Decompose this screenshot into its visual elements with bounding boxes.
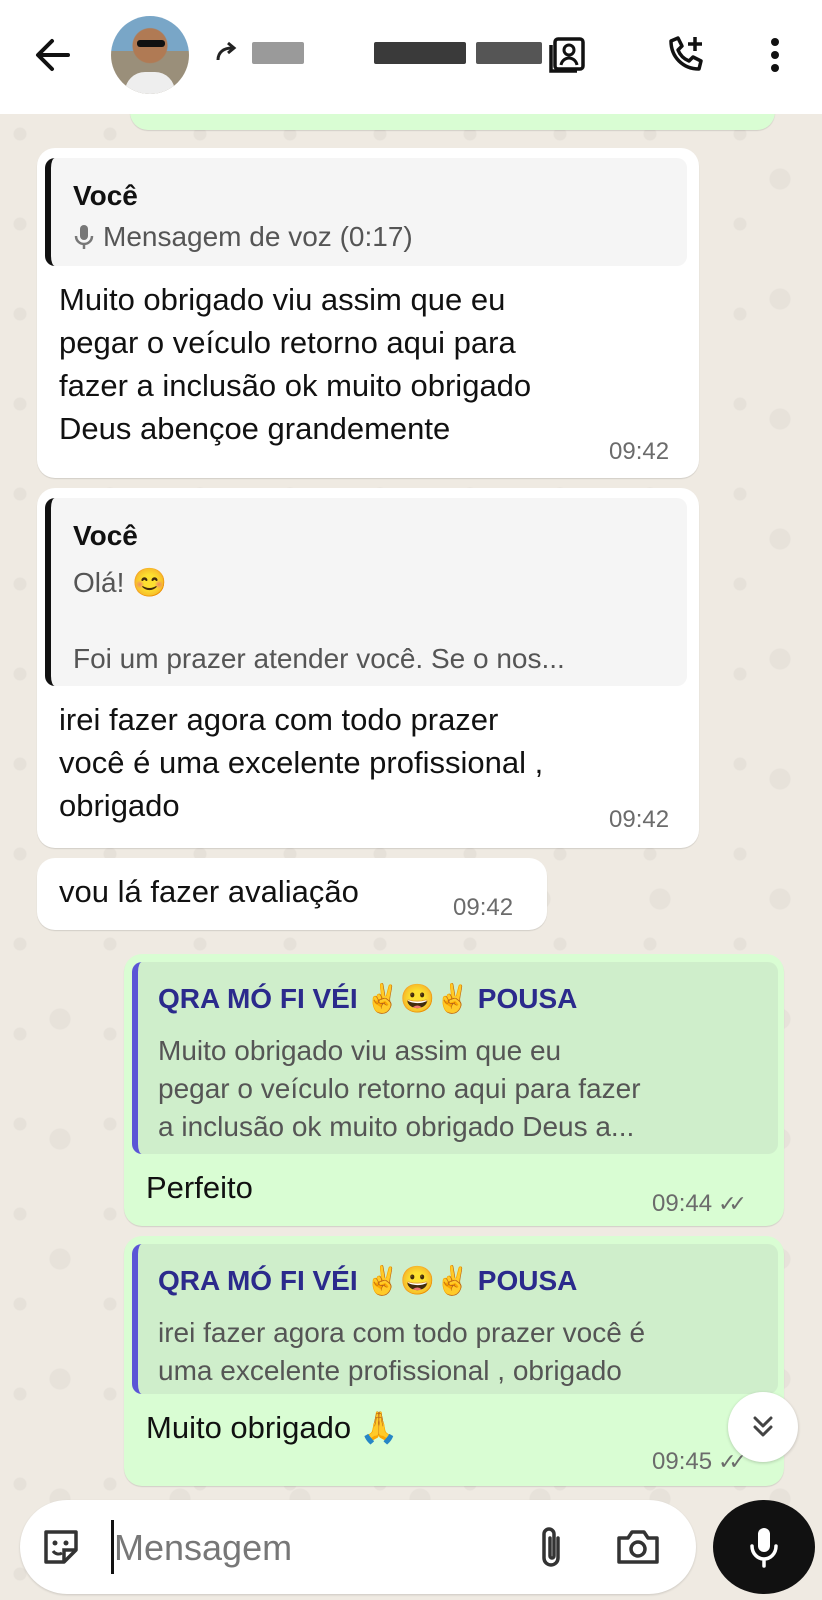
message-bubble-incoming[interactable]: Você Mensagem de voz (0:17) Muito obriga… bbox=[37, 148, 699, 478]
sticker-icon[interactable] bbox=[38, 1524, 84, 1570]
message-text: vou lá fazer avaliação bbox=[59, 874, 359, 909]
message-bubble-outgoing[interactable]: QRA MÓ FI VÉI ✌😀✌ POUSA Muito obrigado v… bbox=[124, 954, 784, 1226]
avatar-glasses bbox=[137, 40, 165, 47]
more-vert-icon[interactable] bbox=[750, 30, 800, 80]
quoted-message[interactable]: QRA MÓ FI VÉI ✌😀✌ POUSA Muito obrigado v… bbox=[132, 962, 778, 1154]
message-line: Deus abençoe grandemente bbox=[59, 411, 451, 446]
quote-voice-line: Mensagem de voz (0:17) bbox=[73, 218, 413, 256]
quote-text: Muito obrigado viu assim que eu pegar o … bbox=[158, 1032, 641, 1146]
scroll-to-bottom-button[interactable] bbox=[728, 1392, 798, 1462]
quote-line: pegar o veículo retorno aqui para fazer bbox=[158, 1073, 641, 1104]
double-chevron-down-icon bbox=[753, 1416, 773, 1437]
message-time: 09:44 bbox=[652, 1190, 713, 1217]
message-time: 09:45 bbox=[652, 1448, 713, 1475]
message-bubble-outgoing[interactable]: QRA MÓ FI VÉI ✌😀✌ POUSA irei fazer agora… bbox=[124, 1236, 784, 1486]
message-time: 09:42 bbox=[609, 438, 670, 465]
quote-line: irei fazer agora com todo prazer você é bbox=[158, 1317, 646, 1348]
message-line: pegar o veículo retorno aqui para bbox=[59, 325, 516, 360]
message-input[interactable] bbox=[112, 1522, 516, 1574]
voice-record-button[interactable] bbox=[713, 1500, 815, 1594]
camera-icon[interactable] bbox=[614, 1524, 662, 1570]
message-text: Muito obrigado 🙏 bbox=[146, 1410, 399, 1445]
quote-line: a inclusão ok muito obrigado Deus a... bbox=[158, 1111, 635, 1142]
message-bubble-incoming[interactable]: vou lá fazer avaliação 09:42 bbox=[37, 858, 547, 930]
quote-text: irei fazer agora com todo prazer você é … bbox=[158, 1314, 645, 1390]
message-line: você é uma excelente profissional , bbox=[59, 745, 544, 780]
quote-author: Você bbox=[73, 520, 138, 551]
add-call-icon[interactable] bbox=[660, 30, 710, 80]
quote-line: Muito obrigado viu assim que eu bbox=[158, 1035, 562, 1066]
mic-icon bbox=[750, 1528, 778, 1568]
mic-icon bbox=[74, 225, 94, 249]
message-line: obrigado bbox=[59, 788, 180, 823]
redacted-name-part bbox=[374, 42, 466, 64]
message-time: 09:42 bbox=[609, 806, 670, 833]
contact-name[interactable] bbox=[212, 33, 542, 73]
quote-text: Foi um prazer atender você. Se o nos... bbox=[73, 643, 565, 674]
quote-line: uma excelente profissional , obrigado bbox=[158, 1355, 622, 1386]
redacted-name-part bbox=[476, 42, 542, 64]
quote-author: QRA MÓ FI VÉI ✌😀✌ POUSA bbox=[158, 1265, 578, 1296]
quoted-message[interactable]: QRA MÓ FI VÉI ✌😀✌ POUSA irei fazer agora… bbox=[132, 1244, 778, 1394]
message-time-row: 09:45 ✓✓ bbox=[652, 1448, 747, 1476]
message-text: Muito obrigado viu assim que eu pegar o … bbox=[59, 278, 531, 450]
message-time: 09:42 bbox=[453, 894, 514, 921]
message-time-row: 09:44 ✓✓ bbox=[652, 1190, 747, 1218]
quote-author: Você bbox=[73, 180, 138, 211]
message-line: Muito obrigado viu assim que eu bbox=[59, 282, 506, 317]
quote-author: QRA MÓ FI VÉI ✌😀✌ POUSA bbox=[158, 983, 578, 1014]
message-text: Perfeito bbox=[146, 1170, 253, 1205]
message-bubble-incoming[interactable]: Você Olá! 😊 Foi um prazer atender você. … bbox=[37, 488, 699, 848]
message-text: irei fazer agora com todo prazer você é … bbox=[59, 698, 543, 827]
read-ticks-icon: ✓✓ bbox=[718, 1449, 747, 1474]
read-ticks-icon: ✓✓ bbox=[718, 1191, 747, 1216]
quoted-message[interactable]: Você Mensagem de voz (0:17) bbox=[45, 158, 687, 266]
message-line: irei fazer agora com todo prazer bbox=[59, 702, 499, 737]
contact-card-icon[interactable] bbox=[543, 30, 593, 80]
attach-icon[interactable] bbox=[532, 1524, 572, 1572]
quote-text: Mensagem de voz (0:17) bbox=[103, 221, 413, 252]
avatar[interactable] bbox=[111, 16, 189, 94]
message-composer bbox=[20, 1500, 696, 1594]
redacted-name-part bbox=[252, 42, 304, 64]
chat-header bbox=[0, 0, 822, 114]
quote-text: Olá! 😊 bbox=[73, 567, 167, 598]
back-arrow-icon[interactable] bbox=[30, 32, 76, 78]
forward-emoji-icon bbox=[216, 41, 237, 61]
quoted-message[interactable]: Você Olá! 😊 Foi um prazer atender você. … bbox=[45, 498, 687, 686]
avatar-shirt bbox=[125, 72, 175, 94]
message-line: fazer a inclusão ok muito obrigado bbox=[59, 368, 532, 403]
